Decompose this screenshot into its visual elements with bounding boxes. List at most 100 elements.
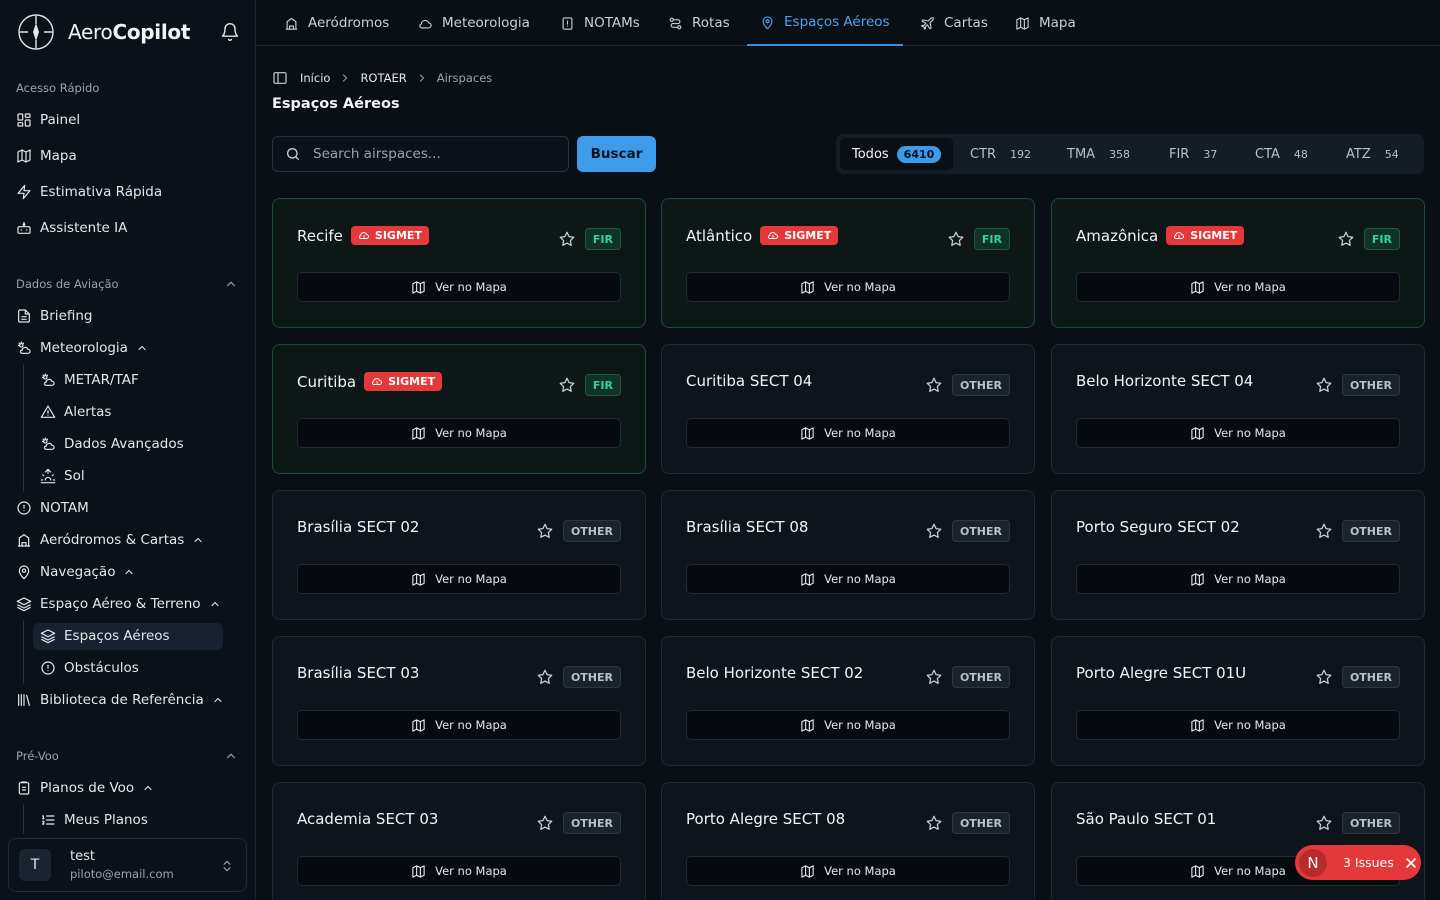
view-on-map-button[interactable]: Ver no Mapa: [297, 564, 621, 594]
issues-badge[interactable]: N 3 Issues: [1295, 845, 1421, 880]
sidebar-item-biblioteca[interactable]: Biblioteca de Referência: [16, 686, 224, 714]
view-on-map-button[interactable]: Ver no Mapa: [1076, 710, 1400, 740]
breadcrumb-rotaer[interactable]: ROTAER: [360, 71, 406, 85]
view-on-map-button[interactable]: Ver no Mapa: [297, 856, 621, 886]
airspace-card[interactable]: Academia SECT 03 OTHER Ver no Mapa: [272, 782, 646, 900]
favorite-star-icon[interactable]: [925, 814, 943, 832]
airspace-card[interactable]: Porto Alegre SECT 01U OTHER Ver no Mapa: [1051, 636, 1425, 766]
airspace-card[interactable]: Curitiba SECT 04 OTHER Ver no Mapa: [661, 344, 1035, 474]
view-on-map-button[interactable]: Ver no Mapa: [686, 856, 1010, 886]
sidebar-item-dados-avancados[interactable]: Dados Avançados: [40, 430, 184, 458]
sidebar-item-sol[interactable]: Sol: [40, 462, 85, 490]
filter-label: CTA: [1255, 146, 1280, 162]
sidebar-item-alertas[interactable]: Alertas: [40, 398, 111, 426]
sidebar-item-label: Briefing: [40, 308, 93, 324]
view-on-map-label: Ver no Mapa: [1214, 572, 1286, 586]
favorite-star-icon[interactable]: [536, 668, 554, 686]
airspace-card[interactable]: Atlântico SIGMET FIR Ver no Mapa: [661, 198, 1035, 328]
favorite-star-icon[interactable]: [1315, 376, 1333, 394]
sidebar-toggle-icon[interactable]: [272, 70, 288, 86]
building-icon: [18, 534, 30, 547]
favorite-star-icon[interactable]: [925, 668, 943, 686]
airspace-card[interactable]: Belo Horizonte SECT 04 OTHER Ver no Mapa: [1051, 344, 1425, 474]
favorite-star-icon[interactable]: [558, 376, 576, 394]
chevron-up-icon[interactable]: [224, 749, 238, 763]
notifications-bell-icon[interactable]: [220, 22, 240, 42]
sidebar-item-assistente-ia[interactable]: Assistente IA: [16, 214, 127, 242]
sidebar-item-navegacao[interactable]: Navegação: [16, 558, 135, 586]
sidebar-item-meus-planos[interactable]: Meus Planos: [40, 806, 148, 834]
airspace-card[interactable]: São Paulo SECT 01 OTHER Ver no Mapa: [1051, 782, 1425, 900]
airspace-card[interactable]: Porto Seguro SECT 02 OTHER Ver no Mapa: [1051, 490, 1425, 620]
sidebar-item-aerodromos-cartas[interactable]: Aeródromos & Cartas: [16, 526, 204, 554]
sidebar-item-espaco-aereo-terreno[interactable]: Espaço Aéreo & Terreno: [16, 590, 221, 618]
favorite-star-icon[interactable]: [947, 230, 965, 248]
view-on-map-button[interactable]: Ver no Mapa: [1076, 272, 1400, 302]
airspace-card[interactable]: Recife SIGMET FIR Ver no Mapa: [272, 198, 646, 328]
view-on-map-button[interactable]: Ver no Mapa: [686, 418, 1010, 448]
sidebar-item-obstaculos[interactable]: Obstáculos: [40, 654, 139, 682]
airspace-card[interactable]: Amazônica SIGMET FIR Ver no Mapa: [1051, 198, 1425, 328]
user-menu[interactable]: T test piloto@email.com: [8, 838, 247, 892]
sidebar-item-meteorologia[interactable]: Meteorologia: [16, 334, 148, 362]
tab-aerodromos[interactable]: Aeródromos: [284, 0, 389, 46]
view-on-map-label: Ver no Mapa: [1214, 864, 1286, 878]
filter-cta[interactable]: CTA 48: [1255, 138, 1308, 170]
search-button[interactable]: Buscar: [577, 136, 656, 172]
tab-mapa[interactable]: Mapa: [1015, 0, 1076, 46]
filter-tma[interactable]: TMA 358: [1067, 138, 1130, 170]
sidebar-item-planos-de-voo[interactable]: Planos de Voo: [16, 774, 154, 802]
tab-notams[interactable]: NOTAMs: [560, 0, 640, 46]
chevron-up-icon[interactable]: [224, 277, 238, 291]
view-on-map-button[interactable]: Ver no Mapa: [686, 564, 1010, 594]
sidebar-item-espacos-aereos[interactable]: Espaços Aéreos: [40, 622, 170, 650]
favorite-star-icon[interactable]: [536, 522, 554, 540]
chevron-right-icon: [343, 74, 348, 82]
issues-label: 3 Issues: [1343, 855, 1394, 870]
view-on-map-button[interactable]: Ver no Mapa: [297, 710, 621, 740]
sidebar-item-metar-taf[interactable]: METAR/TAF: [40, 366, 139, 394]
logo[interactable]: AeroCopilot: [16, 12, 240, 52]
favorite-star-icon[interactable]: [558, 230, 576, 248]
filter-label: CTR: [970, 146, 997, 162]
tab-meteorologia[interactable]: Meteorologia: [418, 0, 530, 46]
sidebar-item-mapa[interactable]: Mapa: [16, 142, 77, 170]
tab-cartas[interactable]: Cartas: [920, 0, 988, 46]
sidebar-item-painel[interactable]: Painel: [16, 106, 80, 134]
favorite-star-icon[interactable]: [536, 814, 554, 832]
filter-fir[interactable]: FIR 37: [1169, 138, 1217, 170]
view-on-map-button[interactable]: Ver no Mapa: [297, 272, 621, 302]
airspace-card[interactable]: Brasília SECT 03 OTHER Ver no Mapa: [272, 636, 646, 766]
airspace-name: Porto Alegre SECT 01U: [1076, 664, 1247, 682]
favorite-star-icon[interactable]: [925, 376, 943, 394]
filter-ctr[interactable]: CTR 192: [970, 138, 1031, 170]
sidebar-item-briefing[interactable]: Briefing: [16, 302, 93, 330]
favorite-star-icon[interactable]: [925, 522, 943, 540]
airspace-card[interactable]: Brasília SECT 08 OTHER Ver no Mapa: [661, 490, 1035, 620]
sidebar-item-estimativa-rapida[interactable]: Estimativa Rápida: [16, 178, 162, 206]
filter-todos[interactable]: Todos 6410: [840, 138, 954, 170]
view-on-map-label: Ver no Mapa: [435, 572, 507, 586]
airspace-card[interactable]: Brasília SECT 02 OTHER Ver no Mapa: [272, 490, 646, 620]
airspace-card[interactable]: Curitiba SIGMET FIR Ver no Mapa: [272, 344, 646, 474]
breadcrumb-inicio[interactable]: Início: [300, 71, 330, 85]
view-on-map-button[interactable]: Ver no Mapa: [1076, 564, 1400, 594]
view-on-map-button[interactable]: Ver no Mapa: [686, 710, 1010, 740]
sidebar-item-notam[interactable]: NOTAM: [16, 494, 89, 522]
view-on-map-button[interactable]: Ver no Mapa: [1076, 418, 1400, 448]
user-name: test: [70, 849, 95, 864]
favorite-star-icon[interactable]: [1315, 522, 1333, 540]
tab-rotas[interactable]: Rotas: [668, 0, 730, 46]
filter-atz[interactable]: ATZ 54: [1346, 138, 1399, 170]
favorite-star-icon[interactable]: [1315, 668, 1333, 686]
tab-espacos-aereos[interactable]: Espaços Aéreos: [747, 0, 903, 46]
airspace-card[interactable]: Belo Horizonte SECT 02 OTHER Ver no Mapa: [661, 636, 1035, 766]
favorite-star-icon[interactable]: [1337, 230, 1355, 248]
filter-count: 37: [1203, 147, 1218, 161]
favorite-star-icon[interactable]: [1315, 814, 1333, 832]
view-on-map-button[interactable]: Ver no Mapa: [686, 272, 1010, 302]
search-input[interactable]: [313, 146, 553, 162]
close-icon[interactable]: [1405, 857, 1416, 868]
view-on-map-button[interactable]: Ver no Mapa: [297, 418, 621, 448]
airspace-card[interactable]: Porto Alegre SECT 08 OTHER Ver no Mapa: [661, 782, 1035, 900]
